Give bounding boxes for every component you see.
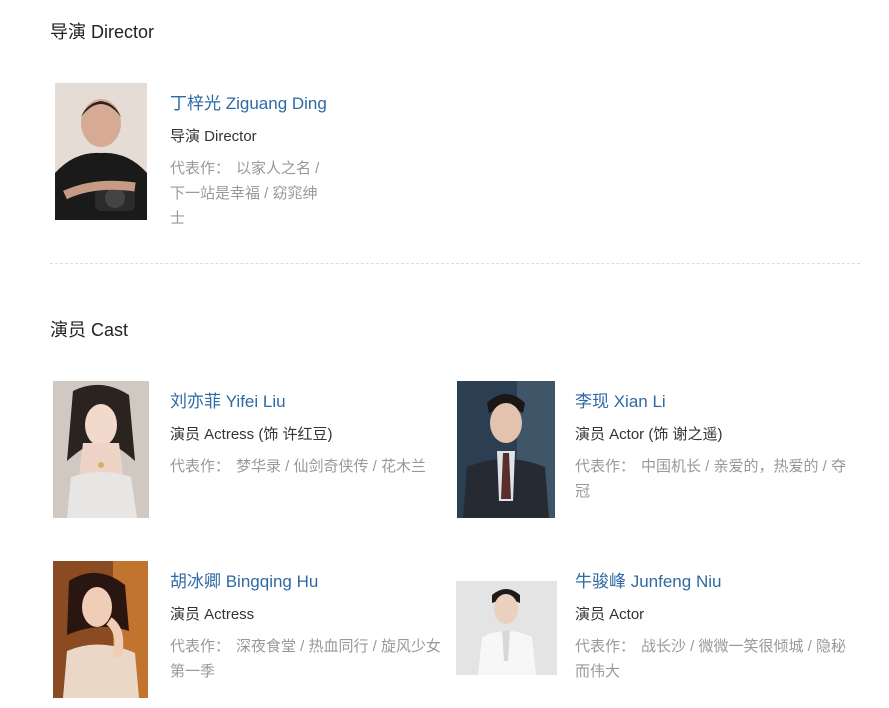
cast-works: 代表作： 中国机长 / 亲爱的，热爱的 / 夺冠: [575, 454, 860, 504]
cast-name-link[interactable]: 牛骏峰 Junfeng Niu: [575, 570, 860, 594]
works-label: 代表作：: [575, 458, 636, 475]
cast-works: 代表作： 深夜食堂 / 热血同行 / 旋风少女第一季: [170, 634, 452, 684]
director-role: 导演 Director: [170, 128, 257, 145]
director-photo[interactable]: [55, 83, 147, 220]
cast-role: 演员 Actress (饰 许红豆): [170, 426, 333, 443]
cast-section-title: 演员 Cast: [50, 320, 129, 340]
works-label: 代表作：: [575, 638, 636, 655]
cast-role: 演员 Actor: [575, 606, 645, 623]
cast-photo[interactable]: [53, 561, 148, 698]
cast-photo[interactable]: [53, 381, 149, 518]
cast-name-link[interactable]: 胡冰卿 Bingqing Hu: [170, 570, 452, 594]
works-label: 代表作：: [170, 160, 231, 177]
cast-name-link[interactable]: 李现 Xian Li: [575, 390, 860, 414]
director-works: 代表作： 以家人之名 / 下一站是幸福 / 窈窕绅士: [170, 156, 327, 231]
cast-name-link[interactable]: 刘亦菲 Yifei Liu: [170, 390, 440, 414]
cast-photo[interactable]: [456, 581, 557, 675]
works-list: 梦华录 / 仙剑奇侠传 / 花木兰: [236, 458, 427, 475]
cast-role: 演员 Actor (饰 谢之遥): [575, 426, 723, 443]
cast-works: 代表作： 梦华录 / 仙剑奇侠传 / 花木兰: [170, 454, 440, 479]
works-label: 代表作：: [170, 638, 231, 655]
cast-works: 代表作： 战长沙 / 微微一笑很倾城 / 隐秘而伟大: [575, 634, 860, 684]
section-divider: [50, 263, 860, 264]
director-section-title: 导演 Director: [50, 22, 155, 42]
cast-role: 演员 Actress: [170, 606, 255, 623]
cast-photo[interactable]: [457, 381, 555, 518]
works-label: 代表作：: [170, 458, 231, 475]
director-name-link[interactable]: 丁梓光 Ziguang Ding: [170, 92, 327, 116]
